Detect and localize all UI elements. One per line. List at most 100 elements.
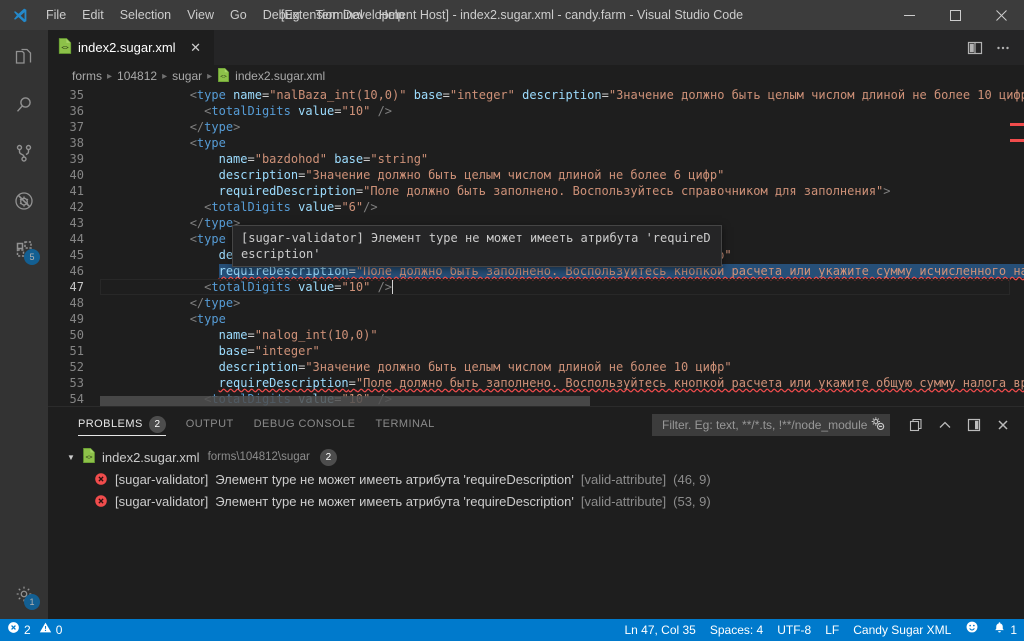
problem-row[interactable]: [sugar-validator] Элемент type не может … <box>48 468 1024 490</box>
problems-file-row[interactable]: ▼ <> index2.sugar.xml forms\104812\sugar… <box>48 446 1024 468</box>
code-line[interactable]: 35 <type name="nalBaza_int(10,0)" base="… <box>48 87 1024 103</box>
line-number: 45 <box>69 248 84 262</box>
menu-selection[interactable]: Selection <box>112 0 179 30</box>
tab-problems[interactable]: PROBLEMS 2 <box>68 407 176 442</box>
menu-file[interactable]: File <box>38 0 74 30</box>
sidebar-item-search[interactable] <box>0 82 48 130</box>
menu-bar[interactable]: File Edit Selection View Go Debug Termin… <box>38 0 413 30</box>
code-line[interactable]: 37 </type> <box>48 119 1024 135</box>
status-problems[interactable]: 2 0 <box>0 619 69 641</box>
breadcrumb-item-file[interactable]: <> index2.sugar.xml <box>214 67 328 85</box>
minimize-icon[interactable] <box>886 0 932 30</box>
maximize-icon[interactable] <box>932 0 978 30</box>
line-number: 52 <box>69 360 84 374</box>
line-number: 51 <box>69 344 84 358</box>
code-line[interactable]: 39 name="bazdohod" base="string" <box>48 151 1024 167</box>
close-icon[interactable] <box>990 412 1016 438</box>
code-line[interactable]: 47 <totalDigits value="10" /> <box>48 279 1024 295</box>
code-token: value <box>298 280 335 294</box>
chevron-down-icon[interactable]: ▼ <box>66 446 76 468</box>
overview-ruler[interactable] <box>1010 87 1024 406</box>
breadcrumb-item-104812[interactable]: 104812 <box>114 69 160 83</box>
source-control-icon <box>12 141 36 168</box>
code-token: > <box>233 296 241 310</box>
line-number: 41 <box>69 184 84 198</box>
menu-view[interactable]: View <box>179 0 222 30</box>
code-token: "Значение должно быть целым числом длино… <box>305 360 732 374</box>
code-line[interactable]: 51 base="integer" <box>48 343 1024 359</box>
code-line[interactable]: 42 <totalDigits value="6"/> <box>48 199 1024 215</box>
status-bar-left: 2 0 <box>0 619 69 641</box>
code-token: = <box>348 376 356 390</box>
menu-help[interactable]: Help <box>371 0 413 30</box>
sidebar-item-source-control[interactable] <box>0 130 48 178</box>
svg-text:<>: <> <box>61 45 69 52</box>
copy-panel-icon[interactable] <box>903 412 929 438</box>
manage-settings-button[interactable]: 1 <box>0 571 48 619</box>
code-line[interactable]: 38 <type <box>48 135 1024 151</box>
panel-header: PROBLEMS 2 OUTPUT DEBUG CONSOLE TERMINAL <box>48 407 1024 442</box>
code-token: "integer" <box>449 88 515 102</box>
menu-terminal[interactable]: Terminal <box>308 0 371 30</box>
code-editor[interactable]: 35 <type name="nalBaza_int(10,0)" base="… <box>48 87 1024 406</box>
code-line[interactable]: 48 </type> <box>48 295 1024 311</box>
sidebar-item-explorer[interactable] <box>0 34 48 82</box>
code-line[interactable]: 53 requireDescription="Поле должно быть … <box>48 375 1024 391</box>
menu-edit[interactable]: Edit <box>74 0 112 30</box>
horizontal-scrollbar[interactable] <box>100 396 590 406</box>
line-number: 42 <box>69 200 84 214</box>
code-line[interactable]: 52 description="Значение должно быть цел… <box>48 359 1024 375</box>
status-indentation[interactable]: Spaces: 4 <box>703 619 770 641</box>
status-notifications[interactable]: 1 <box>986 619 1024 641</box>
status-error-count: 2 <box>24 623 31 637</box>
status-language-mode[interactable]: Candy Sugar XML <box>846 619 958 641</box>
filter-settings-icon[interactable] <box>869 415 885 434</box>
ellipsis-icon[interactable] <box>990 35 1016 61</box>
status-cursor-position[interactable]: Ln 47, Col 35 <box>617 619 702 641</box>
code-token: "bazdohod" <box>254 152 327 166</box>
code-token: "Значение должно быть целым числом длино… <box>305 168 725 182</box>
close-icon[interactable] <box>978 0 1024 30</box>
status-feedback[interactable] <box>958 619 986 641</box>
split-editor-icon[interactable] <box>962 35 988 61</box>
status-encoding[interactable]: UTF-8 <box>770 619 818 641</box>
code-line[interactable]: 36 <totalDigits value="10" /> <box>48 103 1024 119</box>
tab-output[interactable]: OUTPUT <box>176 407 244 442</box>
code-token: type <box>196 88 226 102</box>
filter-input[interactable] <box>660 416 869 433</box>
tab-debug-console[interactable]: DEBUG CONSOLE <box>244 407 366 442</box>
tab-terminal[interactable]: TERMINAL <box>365 407 444 442</box>
code-line[interactable]: 41 requiredDescription="Поле должно быть… <box>48 183 1024 199</box>
code-line-text: <totalDigits value="6"/> <box>100 199 1024 215</box>
code-token: "Поле должно быть заполнено. Воспользуйт… <box>363 184 884 198</box>
layout-panel-icon[interactable] <box>961 412 987 438</box>
problem-row[interactable]: [sugar-validator] Элемент type не может … <box>48 490 1024 512</box>
line-number: 38 <box>69 136 84 150</box>
sidebar-item-extensions[interactable]: 5 <box>0 226 48 274</box>
tab-index2-sugar-xml[interactable]: <> index2.sugar.xml ✕ <box>48 30 215 65</box>
xml-file-icon: <> <box>217 67 230 85</box>
menu-go[interactable]: Go <box>222 0 255 30</box>
chevron-up-icon[interactable] <box>932 412 958 438</box>
status-eol[interactable]: LF <box>818 619 846 641</box>
code-line[interactable]: 49 <type <box>48 311 1024 327</box>
breadcrumb-item-forms[interactable]: forms <box>69 69 105 83</box>
code-line-text: base="integer" <box>100 343 1024 359</box>
code-token: "integer" <box>254 344 320 358</box>
workbench-body: 5 1 <> index2.sugar.xml ✕ forms ▸ 104812… <box>0 30 1024 619</box>
code-line[interactable]: 40 description="Значение должно быть цел… <box>48 167 1024 183</box>
code-line[interactable]: 50 name="nalog_int(10,0)" <box>48 327 1024 343</box>
close-icon[interactable]: ✕ <box>188 40 204 56</box>
problems-filter[interactable] <box>652 413 890 436</box>
problems-list[interactable]: ▼ <> index2.sugar.xml forms\104812\sugar… <box>48 442 1024 619</box>
breadcrumb-item-sugar[interactable]: sugar <box>169 69 205 83</box>
code-token: type <box>204 120 234 134</box>
sidebar-item-debug[interactable] <box>0 178 48 226</box>
problem-code: [valid-attribute] <box>580 493 667 509</box>
menu-debug[interactable]: Debug <box>255 0 308 30</box>
